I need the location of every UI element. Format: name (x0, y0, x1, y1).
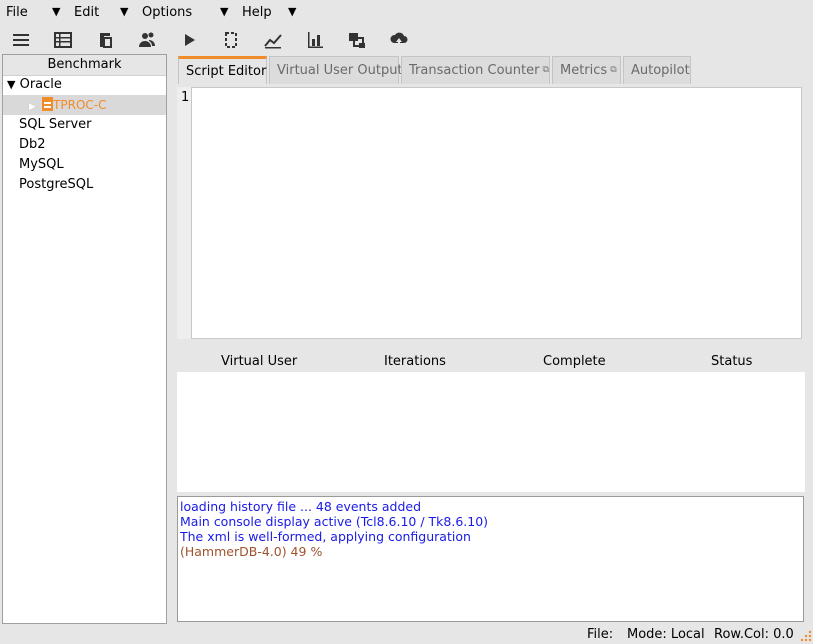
resize-grip-icon[interactable] (800, 630, 812, 642)
tab-autopilot[interactable]: Autopilot (623, 56, 691, 84)
transactions-icon[interactable] (344, 28, 370, 52)
vu-table-scrollbar[interactable] (805, 350, 811, 492)
console-output[interactable]: loading history file ... 48 events added… (177, 496, 804, 622)
tab-tx-counter-label: Transaction Counter (409, 63, 540, 78)
tab-autopilot-label: Autopilot (631, 63, 690, 78)
menu-edit[interactable]: Edit (74, 5, 99, 20)
menu-help[interactable]: Help (242, 5, 272, 20)
console-line: The xml is well-formed, applying configu… (180, 529, 471, 544)
status-bar: File: Mode: Local Row.Col: 0.0 (0, 624, 813, 644)
tree-item-sql-server[interactable]: SQL Server (19, 115, 92, 135)
tree-header: Benchmark (3, 55, 166, 76)
tab-vu-output-label: Virtual User Output (277, 63, 403, 78)
tree-item-tproc-c[interactable]: ▶ TPROC-C (29, 95, 107, 115)
script-icon[interactable] (92, 28, 118, 52)
virtual-users-icon[interactable] (134, 28, 160, 52)
console-prompt: (HammerDB-4.0) 49 % (180, 544, 323, 559)
tree-item-postgresql[interactable]: PostgreSQL (19, 175, 93, 195)
tproc-icon (42, 97, 54, 111)
tcount-icon[interactable] (218, 28, 244, 52)
status-mode: Mode: Local (627, 627, 705, 642)
tab-script-editor-label: Script Editor (186, 64, 267, 79)
benchmark-tree: Benchmark ▼ Oracle ▶ TPROC-C SQL Server … (2, 54, 167, 624)
tab-metrics[interactable]: Metrics ⧉ (552, 56, 621, 84)
line-number: 1 (181, 90, 190, 105)
tree-item-oracle[interactable]: ▼ Oracle (7, 75, 62, 95)
menu-file-dropdown-icon[interactable]: ▼ (52, 5, 60, 18)
console-line: loading history file ... 48 events added (180, 499, 422, 514)
tree-item-tproc-label: TPROC-C (53, 98, 107, 112)
tab-script-editor[interactable]: Script Editor (178, 56, 267, 84)
toolbar (0, 24, 813, 54)
tab-transaction-counter[interactable]: Transaction Counter ⧉ (401, 56, 550, 84)
vu-table-header: Virtual User Iterations Complete Status (177, 350, 805, 372)
expand-triangle-icon[interactable]: ▼ (7, 78, 15, 91)
tree-item-mysql[interactable]: MySQL (19, 155, 64, 175)
menu-options[interactable]: Options (142, 5, 192, 20)
tab-virtual-user-output[interactable]: Virtual User Output (269, 56, 403, 84)
run-icon[interactable] (176, 28, 202, 52)
col-virtual-user[interactable]: Virtual User (221, 354, 297, 369)
col-status[interactable]: Status (711, 354, 752, 369)
editor-gutter (177, 87, 191, 339)
status-rowcol: Row.Col: 0.0 (714, 627, 794, 642)
chart-icon[interactable] (302, 28, 328, 52)
detach-icon[interactable]: ⧉ (542, 65, 548, 75)
vu-table-body (177, 372, 805, 492)
col-complete[interactable]: Complete (543, 354, 606, 369)
menu-bar: File ▼ Edit ▼ Options ▼ Help ▼ (0, 0, 813, 24)
benchmark-table-icon[interactable] (50, 28, 76, 52)
editor-scrollbar[interactable] (802, 87, 810, 339)
menu-file[interactable]: File (6, 5, 28, 20)
console-line: Main console display active (Tcl8.6.10 /… (180, 514, 489, 529)
tab-metrics-label: Metrics (560, 63, 608, 78)
collapsed-triangle-icon[interactable]: ▶ (29, 102, 36, 112)
status-file: File: (587, 627, 614, 642)
tree-item-oracle-label: Oracle (19, 77, 62, 92)
menu-options-dropdown-icon[interactable]: ▼ (220, 5, 228, 18)
menu-help-dropdown-icon[interactable]: ▼ (288, 5, 296, 18)
tree-item-db2[interactable]: Db2 (19, 135, 46, 155)
detach-icon[interactable]: ⧉ (610, 65, 616, 75)
col-iterations[interactable]: Iterations (384, 354, 446, 369)
script-editor-text-area[interactable] (191, 87, 802, 339)
cloud-icon[interactable] (386, 28, 412, 52)
menu-icon[interactable] (8, 28, 34, 52)
metrics-icon[interactable] (260, 28, 286, 52)
menu-edit-dropdown-icon[interactable]: ▼ (120, 5, 128, 18)
